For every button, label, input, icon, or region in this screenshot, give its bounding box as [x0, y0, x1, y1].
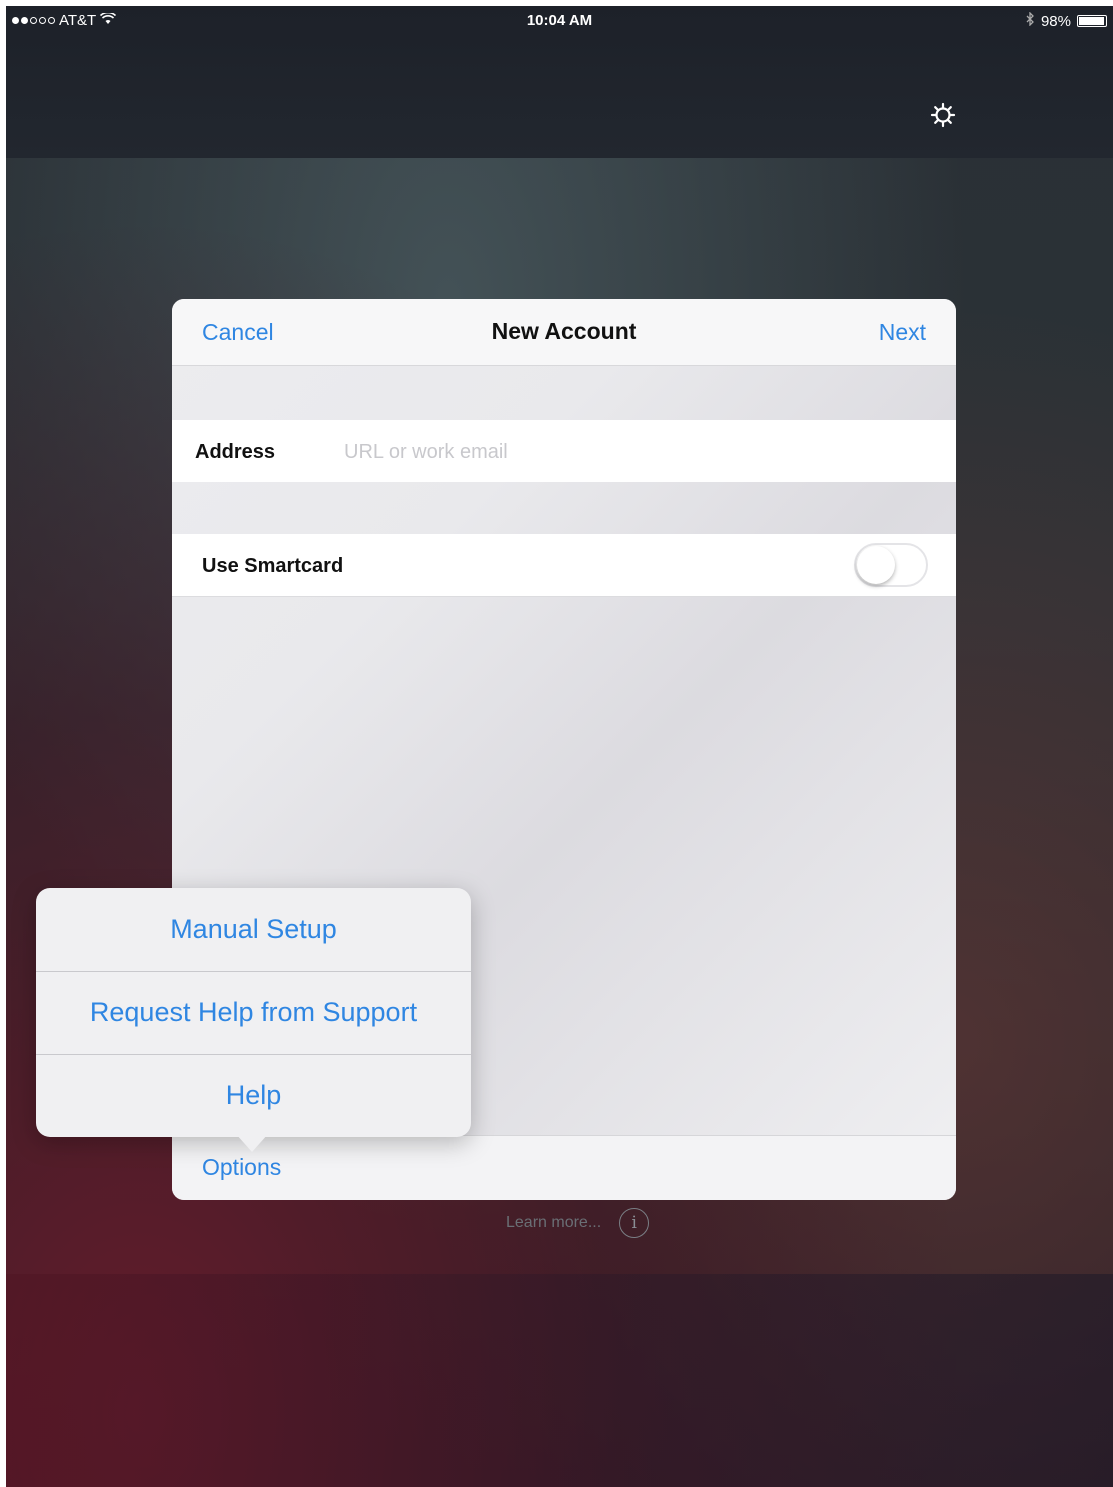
dialog-nav-bar: Cancel New Account Next: [172, 299, 956, 366]
options-popover: Manual Setup Request Help from Support H…: [36, 888, 471, 1152]
address-label: Address: [195, 441, 276, 463]
next-button[interactable]: Next: [879, 319, 926, 346]
gear-icon[interactable]: [928, 100, 958, 130]
smartcard-row: Use Smartcard: [172, 534, 956, 597]
toggle-knob: [857, 546, 895, 584]
battery-percent: 98%: [1040, 12, 1071, 30]
help-item[interactable]: Help: [36, 1054, 471, 1137]
battery-group: 98%: [1026, 11, 1107, 30]
manual-setup-item[interactable]: Manual Setup: [36, 888, 471, 972]
battery-icon: [1077, 15, 1107, 27]
smartcard-toggle[interactable]: [854, 543, 928, 587]
battery-fill: [1079, 17, 1105, 25]
info-icon[interactable]: i: [619, 1208, 650, 1238]
address-row: Address: [172, 420, 956, 482]
dialog-title: New Account: [491, 318, 637, 344]
bottom-band: [6, 1274, 1113, 1487]
learn-more-link[interactable]: Learn more...: [506, 1214, 601, 1232]
bluetooth-icon: [1026, 11, 1035, 30]
smartcard-label: Use Smartcard: [202, 555, 344, 577]
clock: 10:04 AM: [526, 12, 593, 29]
info-glyph: i: [631, 1213, 637, 1233]
status-bar: AT&T 10:04 AM 98%: [6, 6, 1113, 36]
popover-arrow: [236, 1134, 268, 1152]
request-help-item[interactable]: Request Help from Support: [36, 971, 471, 1055]
learn-more-group: Learn more... i: [506, 1208, 650, 1238]
screen: AT&T 10:04 AM 98% Cancel New Account Nex…: [6, 6, 1113, 1487]
address-input[interactable]: [342, 434, 926, 470]
dialog-footer: Options: [172, 1135, 956, 1200]
options-button[interactable]: Options: [202, 1154, 281, 1181]
